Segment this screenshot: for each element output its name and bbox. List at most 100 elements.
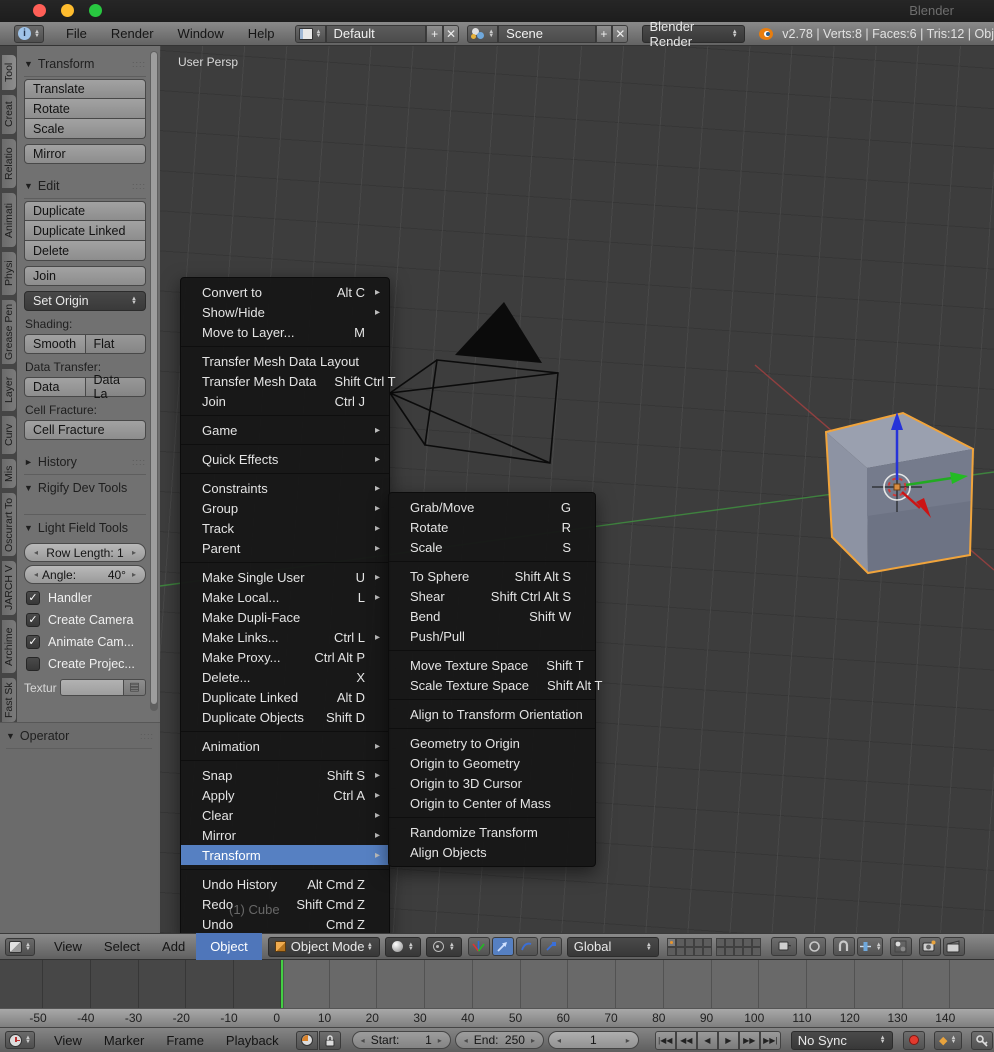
object-menu-item-make-dupli-face[interactable]: Make Dupli-Face▸ — [181, 607, 389, 627]
object-menu-item-undo[interactable]: UndoCmd Z▸ — [181, 914, 389, 933]
panel-header-history[interactable]: ► History :::: — [24, 453, 146, 471]
transform-submenu-item-randomize-transform[interactable]: Randomize Transform▸ — [389, 822, 595, 842]
camera-object[interactable] — [389, 359, 559, 464]
keying-set-select[interactable]: ◆ ▲ ▼ — [933, 1030, 962, 1050]
screen-layout-icon-button[interactable]: ▲ ▼ — [294, 24, 326, 43]
checkbox[interactable] — [26, 657, 40, 671]
object-menu-item-show-hide[interactable]: Show/Hide ▸ — [181, 302, 389, 322]
view3d-menu-view[interactable]: View — [43, 939, 93, 954]
toolshelf-tab-creat[interactable]: Creat — [2, 94, 17, 135]
texture-input[interactable] — [59, 679, 124, 696]
panel-header-rigify[interactable]: ▼ Rigify Dev Tools — [24, 479, 146, 497]
object-menu-item-transfer-mesh-data-layout[interactable]: Transfer Mesh Data Layout▸ — [181, 351, 389, 371]
tool-delete[interactable]: Delete — [24, 241, 146, 261]
editor-type-selector-timeline[interactable]: ▲ ▼ — [5, 1031, 35, 1049]
layer-toggle[interactable] — [733, 937, 743, 947]
object-menu-item-quick-effects[interactable]: Quick Effects ▸ — [181, 449, 389, 469]
layer-toggle[interactable] — [751, 946, 761, 956]
layer-toggle[interactable] — [675, 937, 685, 947]
layer-toggle[interactable] — [715, 946, 725, 956]
mirror-button[interactable]: Mirror — [24, 144, 146, 164]
checkbox[interactable]: ✓ — [26, 635, 40, 649]
viewport-shading-select[interactable]: ▲ ▼ — [384, 936, 421, 957]
timeline-ruler[interactable]: -50 -40 -30 -20 -10 0 10 20 30 40 50 60 70 80 90 100 110… — [0, 1008, 994, 1028]
prev-keyframe-button[interactable]: ◀◀ — [675, 1030, 697, 1050]
render-opengl-icon[interactable] — [918, 937, 941, 956]
transform-submenu-item-scale-texture-space[interactable]: Scale Texture SpaceShift Alt T▸ — [389, 675, 602, 695]
preview-range-clock-icon[interactable] — [295, 1030, 318, 1050]
layers-grid-1[interactable] — [666, 937, 712, 956]
panel-header-edit[interactable]: ▼ Edit :::: — [24, 177, 146, 195]
manipulator-translate-icon[interactable] — [491, 937, 514, 956]
editor-type-selector-3dview[interactable]: ▲ ▼ — [5, 937, 35, 956]
set-origin-dropdown[interactable]: Set Origin ▲ ▼ — [24, 291, 146, 311]
tool-translate[interactable]: Translate — [24, 79, 146, 99]
layer-toggle[interactable] — [751, 937, 761, 947]
toolshelf-tab-relatio[interactable]: Relatio — [2, 138, 17, 189]
transform-submenu-item-scale[interactable]: ScaleS▸ — [389, 537, 595, 557]
object-menu-item-make-single-user[interactable]: Make Single User U ▸ — [181, 567, 389, 587]
auto-keyframe-icon[interactable] — [971, 1030, 993, 1050]
lock-to-scene-icon[interactable] — [770, 937, 797, 956]
object-menu-item-move-to-layer[interactable]: Move to Layer...M▸ — [181, 322, 389, 342]
jump-to-end-button[interactable]: ▶▶| — [759, 1030, 781, 1050]
snap-magnet-icon[interactable] — [832, 937, 855, 956]
panel-header-operator[interactable]: ▼ Operator :::: — [6, 727, 154, 745]
object-menu-item-track[interactable]: Track ▸ — [181, 518, 389, 538]
object-menu-item-join[interactable]: JoinCtrl J▸ — [181, 391, 389, 411]
panel-header-transform[interactable]: ▼ Transform :::: — [24, 55, 146, 73]
scene-icon-button[interactable]: ▲ ▼ — [467, 24, 499, 43]
scene-name-field[interactable]: Scene — [498, 24, 596, 43]
add-layout-button[interactable]: + — [426, 24, 443, 43]
add-scene-button[interactable]: + — [595, 24, 613, 43]
transform-submenu-item-origin-to-geometry[interactable]: Origin to Geometry▸ — [389, 753, 595, 773]
checkbox-row-animate-cam-[interactable]: ✓ Animate Cam... — [24, 631, 146, 653]
object-menu-item-make-links[interactable]: Make Links... Ctrl L ▸ — [181, 627, 389, 647]
transform-submenu-item-bend[interactable]: BendShift W▸ — [389, 606, 595, 626]
menu-window[interactable]: Window — [166, 26, 236, 41]
layer-toggle[interactable] — [675, 946, 685, 956]
layer-toggle[interactable] — [666, 937, 676, 947]
layer-toggle[interactable] — [742, 937, 752, 947]
play-reverse-button[interactable]: ◀ — [696, 1030, 718, 1050]
manipulator-axes-icon[interactable] — [467, 937, 490, 956]
checkbox-row-handler[interactable]: ✓ Handler — [24, 587, 146, 609]
layer-toggle[interactable] — [684, 937, 694, 947]
decrement-arrow-icon[interactable]: ◂ — [361, 1036, 365, 1045]
object-menu-item-redo[interactable]: RedoShift Cmd Z▸ — [181, 894, 389, 914]
transform-submenu-item-origin-to-center-of-mass[interactable]: Origin to Center of Mass▸ — [389, 793, 595, 813]
cell-fracture-button[interactable]: Cell Fracture — [24, 420, 146, 440]
layer-toggle[interactable] — [693, 946, 703, 956]
checkbox[interactable]: ✓ — [26, 591, 40, 605]
toolshelf-tab-archime[interactable]: Archime — [2, 619, 17, 674]
transform-submenu-item-align-objects[interactable]: Align Objects▸ — [389, 842, 595, 862]
checkbox-row-create-projec-[interactable]: Create Projec... — [24, 653, 146, 675]
render-opengl-anim-icon[interactable] — [942, 937, 965, 956]
proportional-edit-icon[interactable] — [803, 937, 826, 956]
object-menu-item-mirror[interactable]: Mirror ▸ — [181, 825, 389, 845]
screen-layout-name-field[interactable]: Default — [325, 24, 427, 43]
object-menu-item-snap[interactable]: Snap Shift S ▸ — [181, 765, 389, 785]
layer-toggle[interactable] — [733, 946, 743, 956]
timeline-menu-view[interactable]: View — [43, 1033, 93, 1048]
toolshelf-tab-jarch-v[interactable]: JARCH V — [2, 560, 17, 616]
object-menu-item-duplicate-linked[interactable]: Duplicate LinkedAlt D▸ — [181, 687, 389, 707]
slider-left-arrow-icon[interactable]: ◂ — [34, 570, 38, 579]
object-menu-item-group[interactable]: Group ▸ — [181, 498, 389, 518]
snap-peel-icon[interactable] — [889, 937, 912, 956]
timeline-menu-marker[interactable]: Marker — [93, 1033, 155, 1048]
layer-toggle[interactable] — [702, 937, 712, 947]
layer-toggle[interactable] — [693, 937, 703, 947]
checkbox-row-create-camera[interactable]: ✓ Create Camera — [24, 609, 146, 631]
start-frame-field[interactable]: ◂ Start: 1 ▸ — [351, 1031, 451, 1049]
tool-duplicate[interactable]: Duplicate — [24, 201, 146, 221]
render-engine-select[interactable]: Blender Render ▲ ▼ — [642, 19, 745, 49]
tool-scale[interactable]: Scale — [24, 119, 146, 139]
object-menu-item-convert-to[interactable]: Convert to Alt C ▸ — [181, 282, 389, 302]
cube-object[interactable] — [824, 411, 975, 575]
transform-submenu-item-shear[interactable]: ShearShift Ctrl Alt S▸ — [389, 586, 595, 606]
timeline-menu-playback[interactable]: Playback — [215, 1033, 290, 1048]
object-menu-item-transform[interactable]: Transform ▸ — [181, 845, 389, 865]
browse-file-icon[interactable]: ▤ — [124, 679, 146, 696]
delete-layout-button[interactable]: ✕ — [442, 24, 460, 43]
